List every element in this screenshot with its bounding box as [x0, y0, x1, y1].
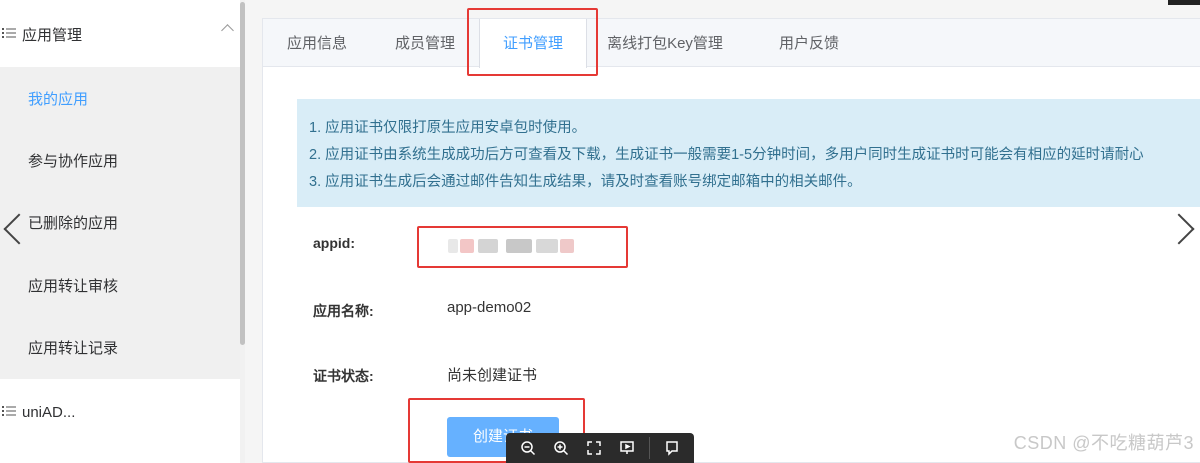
sidebar-item-collab-apps[interactable]: 参与协作应用 — [0, 129, 240, 191]
list-icon — [2, 404, 16, 420]
watermark: CSDN @不吃糖葫芦3 — [1013, 433, 1194, 453]
main-panel: 应用信息 成员管理 证书管理 离线打包Key管理 用户反馈 1. 应用证书仅限打… — [262, 18, 1200, 463]
tab-bar: 应用信息 成员管理 证书管理 离线打包Key管理 用户反馈 — [263, 19, 1200, 68]
cert-status-label: 证书状态: — [313, 368, 374, 384]
chevron-left-icon[interactable] — [0, 210, 26, 250]
sidebar-submenu: 我的应用 参与协作应用 已删除的应用 应用转让审核 应用转让记录 — [0, 67, 240, 379]
presentation-icon[interactable] — [616, 437, 638, 459]
tab-app-info[interactable]: 应用信息 — [263, 19, 371, 67]
notice-box: 1. 应用证书仅限打原生应用安卓包时使用。 2. 应用证书由系统生成成功后方可查… — [297, 99, 1200, 207]
toolbar-divider — [648, 437, 650, 459]
chevron-right-icon[interactable] — [1174, 210, 1200, 250]
notice-line-2: 2. 应用证书由系统生成成功后方可查看及下载，生成证书一般需要1-5分钟时间，多… — [309, 147, 1144, 163]
tab-members[interactable]: 成员管理 — [371, 19, 479, 67]
appid-label: appid: — [313, 235, 355, 251]
sidebar-group-app-management[interactable]: 应用管理 — [0, 0, 240, 68]
zoom-in-icon[interactable] — [550, 437, 572, 459]
app-name-label: 应用名称: — [313, 303, 374, 319]
list-icon — [2, 26, 16, 42]
sidebar-group-label: uniAD... — [22, 403, 76, 421]
fullscreen-icon[interactable] — [583, 437, 605, 459]
notice-line-1: 1. 应用证书仅限打原生应用安卓包时使用。 — [309, 120, 587, 136]
sidebar-group-uniad[interactable]: uniAD... — [0, 379, 240, 445]
tab-feedback[interactable]: 用户反馈 — [755, 19, 863, 67]
sidebar-item-deleted-apps[interactable]: 已删除的应用 — [0, 192, 240, 254]
app-name-value: app-demo02 — [447, 299, 532, 316]
chevron-up-icon[interactable] — [221, 24, 234, 37]
tab-offline-key[interactable]: 离线打包Key管理 — [591, 19, 739, 67]
notice-line-3: 3. 应用证书生成后会通过邮件告知生成结果，请及时查看账号绑定邮箱中的相关邮件。 — [309, 174, 862, 190]
sidebar-item-my-apps[interactable]: 我的应用 — [0, 67, 240, 129]
sidebar-item-transfer-review[interactable]: 应用转让审核 — [0, 254, 240, 316]
appid-value-redacted — [448, 237, 578, 257]
sidebar: 应用管理 我的应用 参与协作应用 已删除的应用 应用转让审核 应用转让记录 un… — [0, 0, 240, 463]
cert-status-value: 尚未创建证书 — [447, 367, 538, 384]
comment-icon[interactable] — [661, 437, 683, 459]
tab-certificates[interactable]: 证书管理 — [479, 19, 587, 68]
sidebar-group-label: 应用管理 — [22, 26, 83, 44]
sidebar-scrollbar[interactable] — [240, 2, 245, 345]
zoom-out-icon[interactable] — [517, 437, 539, 459]
image-viewer-toolbar — [506, 433, 694, 463]
window-edge — [1168, 0, 1200, 5]
sidebar-item-transfer-records[interactable]: 应用转让记录 — [0, 317, 240, 379]
